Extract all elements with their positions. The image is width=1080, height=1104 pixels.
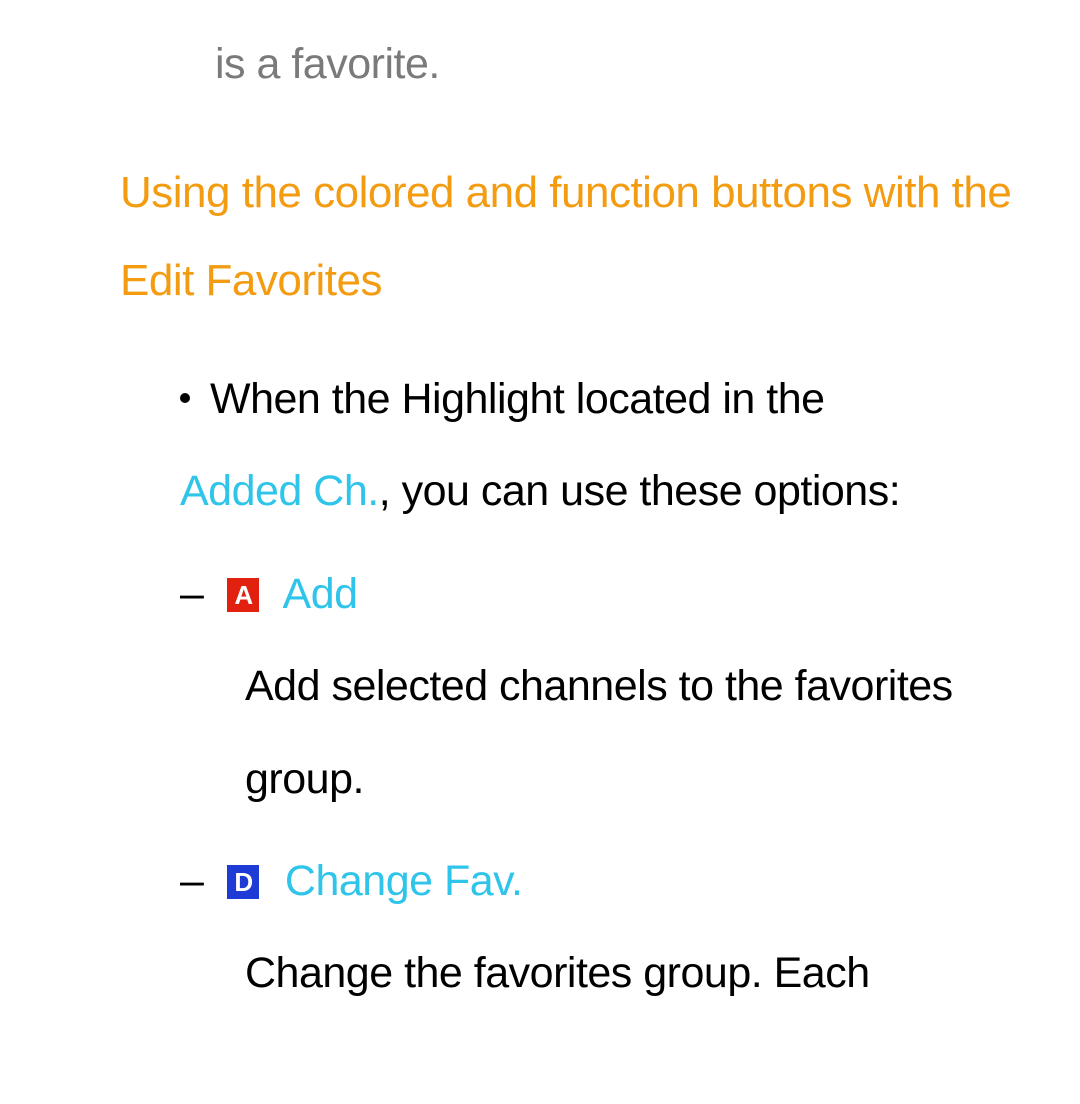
section-heading: Using the colored and function buttons w… bbox=[120, 149, 1040, 325]
dash-icon: – bbox=[180, 548, 202, 640]
d-button-icon: D bbox=[227, 865, 259, 899]
option-add-title: Add bbox=[283, 570, 358, 618]
option-add-desc: Add selected channels to the favorites g… bbox=[245, 640, 1040, 825]
bullet-tail-text: , you can use these options: bbox=[379, 467, 900, 515]
prev-page-fragment: is a favorite. bbox=[215, 30, 1040, 99]
option-change-fav-title: Change Fav. bbox=[285, 857, 523, 905]
manual-page: is a favorite. Using the colored and fun… bbox=[0, 0, 1080, 1020]
added-ch-link[interactable]: Added Ch. bbox=[180, 467, 379, 515]
bullet-lead-text: When the Highlight located in the bbox=[210, 375, 825, 423]
bullet-item: When the Highlight located in the Added … bbox=[180, 353, 1040, 538]
option-change-fav: – D Change Fav. bbox=[180, 835, 1040, 927]
bullet-dot-icon bbox=[180, 393, 190, 403]
option-change-fav-desc: Change the favorites group. Each bbox=[245, 927, 1040, 1019]
dash-icon: – bbox=[180, 835, 202, 927]
a-button-icon: A bbox=[227, 578, 259, 612]
option-add: – A Add bbox=[180, 548, 1040, 640]
